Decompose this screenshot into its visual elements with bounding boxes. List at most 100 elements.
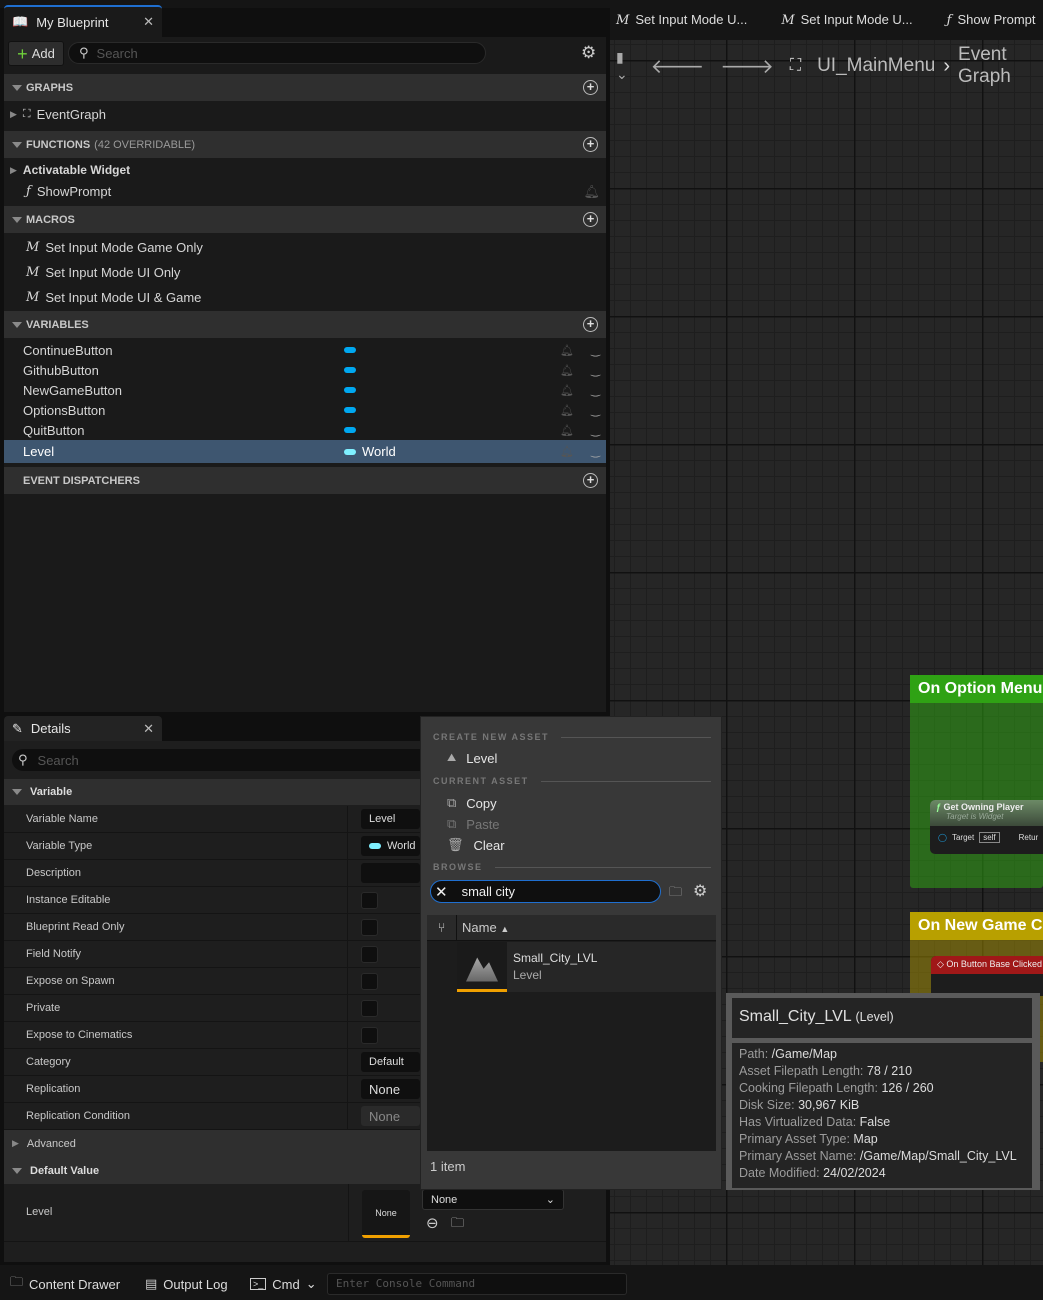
tab-my-blueprint[interactable]: 📖 My Blueprint ✕: [4, 5, 162, 37]
asset-combo[interactable]: None ⌄: [422, 1189, 564, 1210]
property-checkbox[interactable]: [361, 891, 378, 909]
add-dispatcher-icon[interactable]: +: [583, 473, 598, 488]
eye-closed-icon[interactable]: ‿: [591, 404, 600, 417]
browse-folder-icon[interactable]: 🗀: [451, 1214, 464, 1236]
section-functions[interactable]: FUNCTIONS (42 OVERRIDABLE) +: [4, 131, 606, 158]
add-macro-icon[interactable]: +: [583, 212, 598, 227]
property-checkbox[interactable]: [361, 918, 378, 936]
eye-closed-icon[interactable]: ‿: [591, 364, 600, 377]
macro-item[interactable]: M Set Input Mode Game Only: [4, 236, 606, 258]
bell-icon[interactable]: 🔔︎: [560, 404, 574, 417]
eye-closed-icon[interactable]: ‿: [591, 344, 600, 357]
target-value[interactable]: self: [979, 832, 1000, 843]
close-icon[interactable]: ✕: [143, 721, 154, 737]
property-field[interactable]: Level: [361, 809, 420, 829]
eye-closed-icon[interactable]: ‿: [591, 424, 600, 437]
column-name[interactable]: Name ▲: [457, 920, 509, 935]
menu-item-paste[interactable]: ⧉ Paste: [447, 816, 500, 832]
property-checkbox[interactable]: [361, 972, 378, 990]
macro-icon: M: [616, 13, 630, 28]
use-selected-icon[interactable]: ⊖: [426, 1214, 439, 1232]
property-checkbox[interactable]: [361, 1026, 378, 1044]
section-variables[interactable]: VARIABLES +: [4, 311, 606, 338]
tooltip-title: Small_City_LVL: [739, 1008, 852, 1025]
menu-item-clear[interactable]: 🗑︎ Clear: [447, 837, 505, 853]
tab-details[interactable]: ✎ Details ✕: [4, 716, 162, 741]
add-variable-icon[interactable]: +: [583, 317, 598, 332]
property-type-picker[interactable]: World: [361, 836, 420, 856]
section-event-dispatchers[interactable]: EVENT DISPATCHERS +: [4, 467, 606, 494]
category-variable[interactable]: Variable: [4, 779, 420, 805]
node-get-owning-player[interactable]: ƒ Get Owning Player Target is Widget ◯ Tar…: [930, 800, 1043, 854]
menu-item-copy[interactable]: ⧉ Copy: [447, 795, 497, 811]
menu-item-create-level[interactable]: ⛰ Level: [447, 751, 497, 766]
details-search-input[interactable]: ⚲ Search: [12, 749, 432, 771]
variable-item[interactable]: OptionsButton 🔔︎ ‿: [4, 400, 606, 420]
bell-icon[interactable]: 🔔︎: [560, 364, 574, 377]
expand-arrow-icon[interactable]: ▶: [10, 109, 17, 120]
section-macros[interactable]: MACROS +: [4, 206, 606, 233]
add-button[interactable]: + Add: [8, 41, 64, 66]
gear-icon[interactable]: ⚙: [581, 43, 596, 63]
comment-option-menu[interactable]: On Option Menu C: [910, 675, 1043, 888]
macro-item[interactable]: M Set Input Mode UI & Game: [4, 286, 606, 308]
forward-arrow-icon[interactable]: 🡒: [720, 54, 774, 79]
item-label: Set Input Mode Game Only: [45, 239, 203, 255]
asset-search-input[interactable]: ✕ small city: [430, 880, 661, 903]
category-default-value[interactable]: Default Value: [4, 1157, 420, 1184]
copy-icon: ⧉: [447, 795, 457, 810]
output-log-button[interactable]: ▤ Output Log: [145, 1268, 228, 1300]
node-on-button-clicked[interactable]: ◇ On Button Base Clicked: [931, 956, 1043, 996]
property-field[interactable]: [361, 863, 420, 883]
graph-tab[interactable]: M Set Input Mode U...: [616, 12, 747, 28]
breadcrumb-graph[interactable]: Event Graph: [958, 44, 1043, 88]
bell-icon[interactable]: 🔔︎: [560, 384, 574, 397]
variable-item[interactable]: Level World 🔔︎ ‿: [4, 440, 606, 463]
graph-tab[interactable]: M Set Input Mode U...: [781, 12, 912, 28]
tooltip-line: Primary Asset Name: /Game/Map/Small_City…: [739, 1149, 1017, 1163]
console-command-input[interactable]: Enter Console Command: [327, 1273, 627, 1295]
variable-item[interactable]: GithubButton 🔔︎ ‿: [4, 360, 606, 380]
close-icon[interactable]: ✕: [143, 14, 154, 30]
cmd-dropdown[interactable]: >_ Cmd ⌄: [250, 1268, 317, 1300]
add-graph-icon[interactable]: +: [583, 80, 598, 95]
asset-result-item[interactable]: Small_City_LVL Level: [457, 942, 716, 992]
property-row: Expose on Spawn: [4, 968, 420, 995]
bookmark-icon[interactable]: ▮ ⌄: [616, 49, 635, 83]
section-graphs[interactable]: GRAPHS +: [4, 74, 606, 101]
bell-icon[interactable]: 🔔︎: [560, 424, 574, 437]
blueprint-search-input[interactable]: ⚲ Search: [68, 42, 486, 64]
clear-search-icon[interactable]: ✕: [435, 883, 448, 901]
variable-item[interactable]: ContinueButton 🔔︎ ‿: [4, 340, 606, 360]
property-field[interactable]: None: [361, 1079, 420, 1099]
variable-item[interactable]: QuitButton 🔔︎ ‿: [4, 420, 606, 440]
asset-thumbnail[interactable]: None: [362, 1190, 410, 1238]
breadcrumb-blueprint[interactable]: UI_MainMenu: [817, 55, 935, 77]
function-item-showprompt[interactable]: ƒ ShowPrompt 🔔︎: [4, 181, 606, 202]
property-field[interactable]: None: [361, 1106, 420, 1126]
content-drawer-button[interactable]: 🗀 Content Drawer: [10, 1268, 120, 1300]
eye-closed-icon[interactable]: ‿: [591, 384, 600, 397]
category-advanced[interactable]: ▶ Advanced: [4, 1130, 420, 1157]
branch-icon[interactable]: ⑂: [427, 915, 457, 940]
folder-icon[interactable]: 🗀: [669, 883, 682, 905]
variable-item[interactable]: NewGameButton 🔔︎ ‿: [4, 380, 606, 400]
gear-icon[interactable]: ⚙: [693, 881, 707, 901]
property-checkbox[interactable]: [361, 999, 378, 1017]
property-field[interactable]: Default: [361, 1052, 420, 1072]
pencil-icon: ✎: [12, 720, 23, 736]
bell-icon[interactable]: 🔔︎: [560, 344, 574, 357]
expand-arrow-icon[interactable]: ▶: [10, 165, 17, 176]
bell-icon[interactable]: 🔔︎: [560, 445, 574, 458]
bell-icon[interactable]: 🔔︎: [583, 184, 600, 200]
eye-closed-icon[interactable]: ‿: [591, 445, 600, 458]
function-category-activatable-widget[interactable]: ▶ Activatable Widget: [4, 160, 606, 180]
graph-tab[interactable]: ƒ Show Prompt: [947, 12, 1036, 28]
property-checkbox[interactable]: [361, 945, 378, 963]
back-arrow-icon[interactable]: 🡐: [651, 54, 705, 79]
target-pin-icon[interactable]: ◯: [938, 833, 947, 842]
graph-item-eventgraph[interactable]: ▶ ⛶ EventGraph: [4, 102, 606, 127]
add-function-icon[interactable]: +: [583, 137, 598, 152]
macro-item[interactable]: M Set Input Mode UI Only: [4, 261, 606, 283]
item-label: ShowPrompt: [36, 184, 112, 199]
